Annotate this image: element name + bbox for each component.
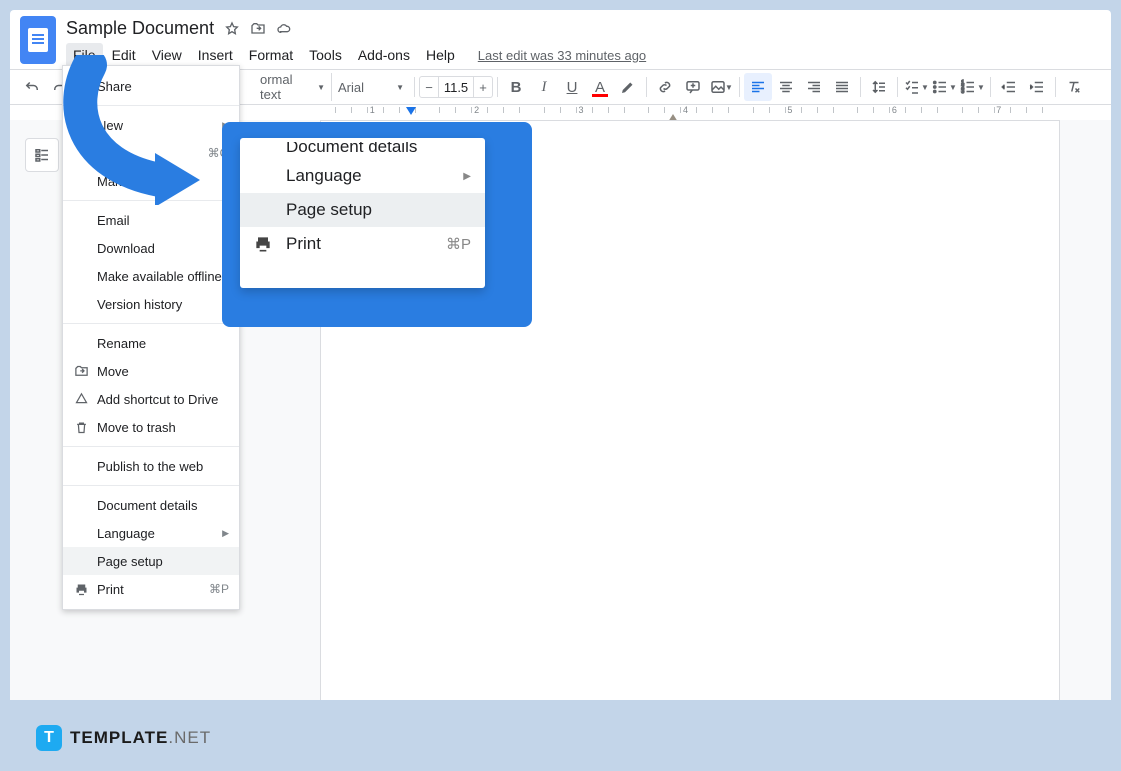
trash-icon [73, 419, 89, 435]
print-icon [252, 233, 274, 255]
move-folder-icon[interactable] [250, 21, 266, 37]
file-version-history[interactable]: Version history▶ [63, 290, 239, 318]
menu-addons[interactable]: Add-ons [351, 43, 417, 67]
align-left-button[interactable] [744, 73, 772, 101]
star-icon[interactable] [224, 21, 240, 37]
last-edit-link[interactable]: Last edit was 33 minutes ago [478, 48, 646, 63]
file-make-copy[interactable]: Make py [63, 167, 239, 195]
file-page-setup[interactable]: Page setup [63, 547, 239, 575]
watermark: T TEMPLATE.NET [36, 725, 211, 751]
callout-menu: Document details Language▶ Page setup Pr… [240, 138, 485, 288]
file-print[interactable]: Print⌘P [63, 575, 239, 603]
drive-shortcut-icon [73, 391, 89, 407]
file-email[interactable]: Email▶ [63, 206, 239, 234]
cloud-status-icon[interactable] [276, 21, 292, 37]
menu-edit[interactable]: Edit [105, 43, 143, 67]
font-size-increase[interactable]: + [473, 76, 493, 98]
bold-button[interactable]: B [502, 73, 530, 101]
file-new[interactable]: New▶ [63, 111, 239, 139]
file-move[interactable]: Move [63, 357, 239, 385]
watermark-badge-icon: T [36, 725, 62, 751]
file-trash[interactable]: Move to trash [63, 413, 239, 441]
style-dropdown[interactable]: ormal text▼ [254, 73, 332, 101]
move-icon [73, 363, 89, 379]
file-offline[interactable]: Make available offline [63, 262, 239, 290]
indent-marker-icon[interactable] [406, 107, 416, 115]
callout-box: Document details Language▶ Page setup Pr… [222, 122, 532, 327]
file-rename[interactable]: Rename [63, 329, 239, 357]
callout-page-setup[interactable]: Page setup [240, 193, 485, 227]
file-language[interactable]: Language▶ [63, 519, 239, 547]
file-open[interactable]: en⌘O [63, 139, 239, 167]
file-share[interactable]: Share [63, 72, 239, 100]
text-color-button[interactable]: A [586, 73, 614, 101]
undo-button[interactable] [18, 73, 46, 101]
font-size-decrease[interactable]: − [419, 76, 439, 98]
clear-formatting-button[interactable] [1060, 73, 1088, 101]
print-icon [73, 581, 89, 597]
italic-button[interactable]: I [530, 73, 558, 101]
numbered-list-button[interactable]: 123▼ [958, 73, 986, 101]
outdent-button[interactable] [995, 73, 1023, 101]
app-window: Sample Document File Edit View Insert Fo… [10, 10, 1111, 700]
bulleted-list-button[interactable]: ▼ [930, 73, 958, 101]
docs-logo-icon[interactable] [20, 16, 56, 64]
font-dropdown[interactable]: Arial▼ [332, 73, 410, 101]
link-button[interactable] [651, 73, 679, 101]
watermark-text: TEMPLATE.NET [70, 728, 211, 748]
callout-doc-details[interactable]: Document details [240, 142, 485, 159]
line-spacing-button[interactable] [865, 73, 893, 101]
callout-print[interactable]: Print⌘P [240, 227, 485, 261]
file-download[interactable]: Download▶ [63, 234, 239, 262]
align-center-button[interactable] [772, 73, 800, 101]
menu-insert[interactable]: Insert [191, 43, 240, 67]
outline-toggle-button[interactable] [25, 138, 59, 172]
file-add-shortcut[interactable]: Add shortcut to Drive [63, 385, 239, 413]
font-size-value[interactable]: 11.5 [439, 76, 473, 98]
indent-button[interactable] [1023, 73, 1051, 101]
callout-language[interactable]: Language▶ [240, 159, 485, 193]
menu-help[interactable]: Help [419, 43, 462, 67]
file-details[interactable]: Document details [63, 491, 239, 519]
checklist-button[interactable]: ▼ [902, 73, 930, 101]
highlight-button[interactable] [614, 73, 642, 101]
menu-tools[interactable]: Tools [302, 43, 349, 67]
align-justify-button[interactable] [828, 73, 856, 101]
file-publish[interactable]: Publish to the web [63, 452, 239, 480]
underline-button[interactable]: U [558, 73, 586, 101]
header: Sample Document File Edit View Insert Fo… [10, 10, 1111, 69]
svg-text:3: 3 [961, 89, 964, 95]
file-menu: Share New▶ en⌘O Make py Email▶ Download▶… [62, 65, 240, 610]
menu-file[interactable]: File [66, 43, 103, 67]
menu-view[interactable]: View [145, 43, 189, 67]
align-right-button[interactable] [800, 73, 828, 101]
menu-format[interactable]: Format [242, 43, 300, 67]
image-button[interactable]: ▼ [707, 73, 735, 101]
comment-button[interactable] [679, 73, 707, 101]
document-title[interactable]: Sample Document [66, 18, 214, 39]
